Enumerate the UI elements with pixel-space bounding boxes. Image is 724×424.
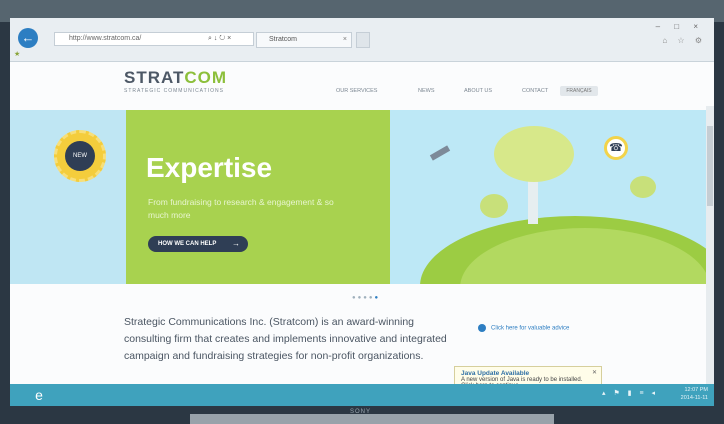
hero-slider: NEW Expertise From fundraising to resear… [10, 110, 714, 284]
badge-seal-inner: NEW [65, 141, 95, 171]
ie-taskbar-icon[interactable]: e [30, 386, 48, 404]
hero-illustration: ☎ [390, 110, 714, 284]
clock-date: 2014-11-11 [680, 395, 708, 401]
satellite-icon [429, 145, 451, 161]
scrollbar[interactable] [706, 106, 714, 406]
nav-our-services[interactable]: OUR SERVICES [336, 88, 377, 94]
hero-subtitle: From fundraising to research & engagemen… [148, 197, 334, 220]
site-logo[interactable]: STRATCOM [124, 68, 227, 88]
small-tree-illustration [480, 194, 508, 218]
back-button[interactable]: ← [18, 28, 38, 48]
close-icon[interactable]: ✕ [592, 369, 597, 376]
favorites-icon[interactable]: ★ [14, 50, 20, 58]
screen: ← http://www.stratcom.ca/ ⌕ ↓ ↻ × Stratc… [10, 18, 714, 406]
info-icon [478, 324, 486, 332]
scrollbar-thumb[interactable] [707, 126, 713, 206]
nav-about-us[interactable]: ABOUT US [464, 88, 492, 94]
nav-language-button[interactable]: FRANÇAIS [560, 86, 598, 96]
browser-chrome: ← http://www.stratcom.ca/ ⌕ ↓ ↻ × Stratc… [10, 18, 714, 62]
new-tab-button[interactable] [356, 32, 370, 48]
window-controls[interactable]: – □ × [656, 22, 704, 31]
side-link[interactable]: Click here for valuable advice [478, 324, 569, 332]
nav-contact[interactable]: CONTACT [522, 88, 548, 94]
tab-label: Stratcom [269, 36, 298, 43]
intro-paragraph: Strategic Communications Inc. (Stratcom)… [124, 316, 447, 362]
taskbar-clock[interactable]: 12:07 PM 2014-11-11 [650, 386, 708, 402]
badge-seal: NEW [54, 130, 106, 182]
nav-news[interactable]: NEWS [418, 88, 435, 94]
browser-tool-icons[interactable]: ⌂ ☆ ⚙ [662, 36, 706, 45]
notification-title: Java Update Available [461, 370, 530, 377]
clock-time: 12:07 PM [684, 387, 708, 393]
hero-title: Expertise [146, 152, 273, 183]
logo-subtitle: STRATEGIC COMMUNICATIONS [124, 88, 224, 94]
slider-dots[interactable]: ●●●●● [352, 295, 380, 301]
taskbar: e ▴ ⚑ ▮ ≡ ◂ 12:07 PM 2014-11-11 [10, 384, 714, 406]
small-tree-illustration-2 [630, 176, 656, 198]
arrow-right-icon: → [232, 239, 240, 248]
monitor-stand [190, 414, 554, 424]
how-we-can-help-button[interactable]: HOW WE CAN HELP → [148, 236, 248, 252]
slider-dot-active[interactable]: ● [375, 295, 381, 301]
tab-stratcom[interactable]: Stratcom × [256, 32, 352, 48]
logo-com: COM [184, 68, 228, 87]
logo-strat: STRAT [124, 68, 185, 87]
tree-illustration [494, 126, 574, 182]
hero-left-panel: NEW [10, 110, 126, 284]
side-link-label: Click here for valuable advice [491, 325, 570, 332]
website: STRATCOM STRATEGIC COMMUNICATIONS OUR SE… [10, 62, 714, 406]
phone-icon: ☎ [604, 136, 628, 160]
tab-close-icon[interactable]: × [343, 33, 347, 47]
hero-button-label: HOW WE CAN HELP [158, 241, 217, 247]
address-controls[interactable]: ⌕ ↓ ↻ × [208, 32, 231, 46]
